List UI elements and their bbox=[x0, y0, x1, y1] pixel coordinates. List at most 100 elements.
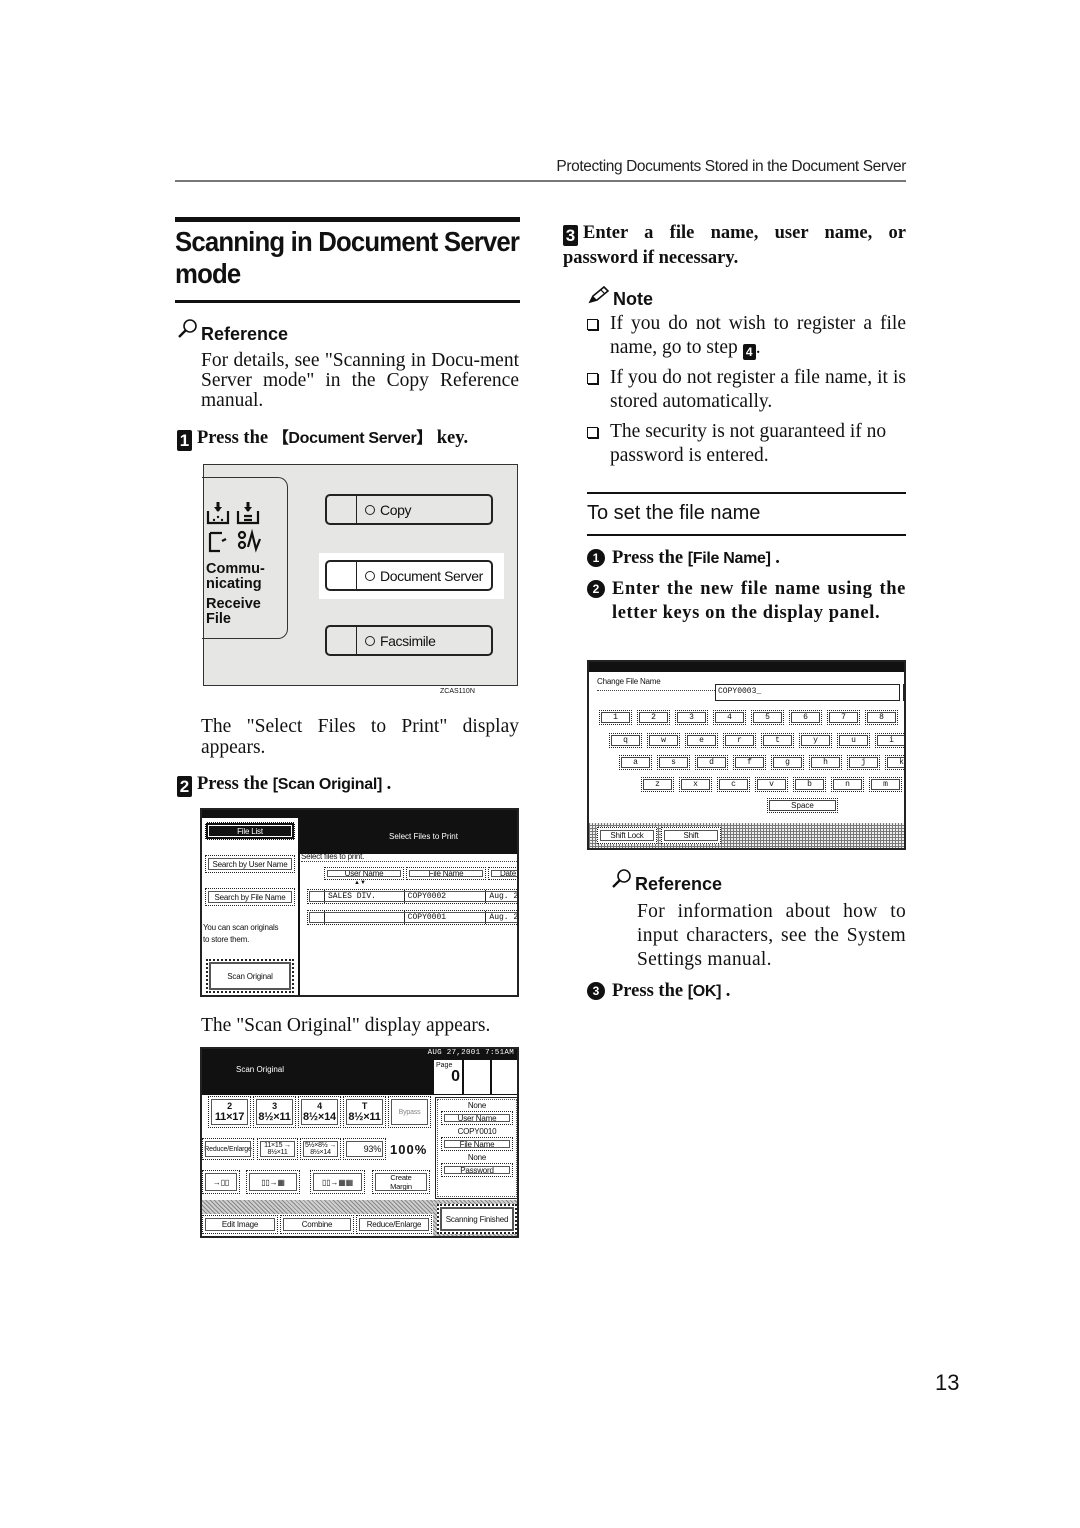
tab-edit-image[interactable]: Edit Image bbox=[202, 1215, 278, 1234]
substep-suffix: . bbox=[770, 548, 780, 568]
edge-button bbox=[903, 684, 904, 701]
paper-tray-t[interactable]: T 8½×11 bbox=[343, 1096, 386, 1128]
row-user bbox=[325, 911, 405, 924]
key-y[interactable]: y bbox=[799, 733, 832, 748]
key-f[interactable]: f bbox=[733, 755, 766, 770]
key-d[interactable]: d bbox=[695, 755, 728, 770]
label-commu: Commu- bbox=[206, 561, 265, 577]
checkbox-bullet-icon bbox=[587, 373, 598, 384]
search-by-file-name-button[interactable]: Search by File Name bbox=[205, 888, 295, 906]
row-checkbox[interactable] bbox=[308, 911, 325, 924]
key-7[interactable]: 7 bbox=[827, 710, 860, 725]
search-by-user-name-button[interactable]: Search by User Name bbox=[205, 855, 295, 873]
reduce-enlarge-button[interactable]: Reduce/Enlarge bbox=[202, 1138, 254, 1160]
key-v[interactable]: v bbox=[755, 777, 788, 792]
key-x[interactable]: x bbox=[679, 777, 712, 792]
key-i[interactable]: i bbox=[875, 733, 904, 748]
row-checkbox[interactable] bbox=[308, 890, 325, 903]
key-8[interactable]: 8 bbox=[865, 710, 898, 725]
note-list: If you do not wish to register a file na… bbox=[587, 312, 906, 468]
file-name-input[interactable]: COPY0003_ bbox=[715, 684, 900, 701]
user-name-button[interactable]: User Name bbox=[441, 1111, 513, 1125]
key-u[interactable]: u bbox=[837, 733, 870, 748]
key-n[interactable]: n bbox=[831, 777, 864, 792]
shift-lock-button[interactable]: Shift Lock bbox=[597, 827, 657, 844]
shift-button[interactable]: Shift bbox=[661, 827, 721, 844]
sort-arrow-icon[interactable]: ▲▼ bbox=[354, 880, 366, 886]
paper-tray-2[interactable]: 2 11×17 bbox=[208, 1096, 251, 1128]
paper-tray-4[interactable]: 4 8½×14 bbox=[298, 1096, 341, 1128]
section-title: Scanning in Document Server mode bbox=[175, 226, 520, 289]
tab-reduce-enlarge[interactable]: Reduce/Enlarge bbox=[356, 1215, 432, 1234]
instruction-text: Select files to print. bbox=[301, 852, 365, 861]
step-3-text: Enter a file name, user name, or passwor… bbox=[563, 223, 906, 268]
create-margin-button[interactable]: Create Margin bbox=[372, 1170, 430, 1194]
file-row[interactable]: SALES DIV. COPY0002 Aug. 27 bbox=[307, 889, 517, 904]
ratio-preset-2[interactable]: 5½×8½ → 8½×14 bbox=[300, 1138, 341, 1160]
subsection-rule-bottom bbox=[587, 534, 906, 536]
key-z[interactable]: z bbox=[641, 777, 674, 792]
scan-original-key-label: [Scan Original] bbox=[272, 776, 383, 793]
key-g[interactable]: g bbox=[771, 755, 804, 770]
reference-heading-label: Reference bbox=[635, 874, 723, 894]
key-a[interactable]: a bbox=[619, 755, 652, 770]
key-q[interactable]: q bbox=[609, 733, 642, 748]
key-j[interactable]: j bbox=[847, 755, 880, 770]
duplex-shortcut-1[interactable]: →▯▯ bbox=[202, 1170, 240, 1194]
column-user-name[interactable]: User Name bbox=[324, 867, 404, 880]
key-t[interactable]: t bbox=[761, 733, 794, 748]
key-b[interactable]: b bbox=[793, 777, 826, 792]
file-name-button[interactable]: File Name bbox=[441, 1137, 513, 1151]
substep-1: 1 Press the [File Name] . bbox=[587, 546, 780, 571]
tab-combine[interactable]: Combine bbox=[280, 1215, 354, 1234]
header-rule bbox=[175, 180, 906, 182]
facsimile-key[interactable]: Facsimile bbox=[319, 618, 504, 664]
password-value: None bbox=[467, 1153, 487, 1162]
key-w[interactable]: w bbox=[647, 733, 680, 748]
note-text-end: . bbox=[755, 337, 761, 358]
key-e[interactable]: e bbox=[685, 733, 718, 748]
magnifier-icon bbox=[177, 318, 201, 345]
key-2[interactable]: 2 bbox=[637, 710, 670, 725]
pencil-icon bbox=[587, 285, 613, 310]
scanning-finished-button[interactable]: Scanning Finished bbox=[437, 1204, 517, 1234]
key-3[interactable]: 3 bbox=[675, 710, 708, 725]
key-h[interactable]: h bbox=[809, 755, 842, 770]
file-list-tab[interactable]: File List bbox=[205, 822, 295, 840]
row-date: Aug. 27 bbox=[489, 913, 519, 922]
key-6[interactable]: 6 bbox=[789, 710, 822, 725]
reference-heading-label: Reference bbox=[201, 324, 289, 344]
change-file-name-label: Change File Name bbox=[597, 677, 661, 686]
file-info-panel: None User Name COPY0010 File Name None P… bbox=[435, 1097, 517, 1199]
column-date[interactable]: Date bbox=[488, 867, 517, 880]
key-c[interactable]: c bbox=[717, 777, 750, 792]
password-button[interactable]: Password bbox=[441, 1163, 513, 1177]
combine-2-to-4-shortcut[interactable]: ▯▯→▦ bbox=[246, 1170, 300, 1194]
key-4[interactable]: 4 bbox=[713, 710, 746, 725]
ratio-preset-1[interactable]: 11×15 → 8½×11 bbox=[257, 1138, 298, 1160]
note-item: If you do not wish to register a file na… bbox=[587, 312, 906, 360]
key-r[interactable]: r bbox=[723, 733, 756, 748]
substep-prefix: Press the bbox=[612, 981, 688, 1001]
space-key[interactable]: Space bbox=[767, 798, 838, 813]
key-k[interactable]: k bbox=[885, 755, 904, 770]
key-1[interactable]: 1 bbox=[599, 710, 632, 725]
substep-suffix: . bbox=[721, 981, 731, 1001]
select-files-screen: Select Files to Print File List Search b… bbox=[200, 808, 519, 997]
substep-2-text: Enter the new file name using the letter… bbox=[612, 579, 906, 623]
file-row[interactable]: COPY0001 Aug. 27 bbox=[307, 910, 519, 925]
screen-header: Select Files to Print bbox=[298, 818, 517, 854]
key-s[interactable]: s bbox=[657, 755, 690, 770]
ratio-93-button[interactable]: 93% bbox=[343, 1138, 386, 1160]
column-file-name[interactable]: File Name bbox=[406, 867, 486, 880]
copy-key[interactable]: Copy bbox=[319, 487, 504, 533]
key-m[interactable]: m bbox=[869, 777, 902, 792]
document-server-key[interactable]: Document Server bbox=[319, 553, 504, 599]
combine-2-to-8-shortcut[interactable]: ▯▯→▦▦ bbox=[310, 1170, 365, 1194]
document-server-key-label: Document Server bbox=[380, 567, 483, 584]
bypass-tray[interactable]: Bypass bbox=[388, 1096, 431, 1128]
scan-original-button[interactable]: Scan Original bbox=[206, 959, 294, 993]
paper-tray-3[interactable]: 3 8½×11 bbox=[253, 1096, 296, 1128]
user-name-value: None bbox=[467, 1101, 487, 1110]
key-5[interactable]: 5 bbox=[751, 710, 784, 725]
